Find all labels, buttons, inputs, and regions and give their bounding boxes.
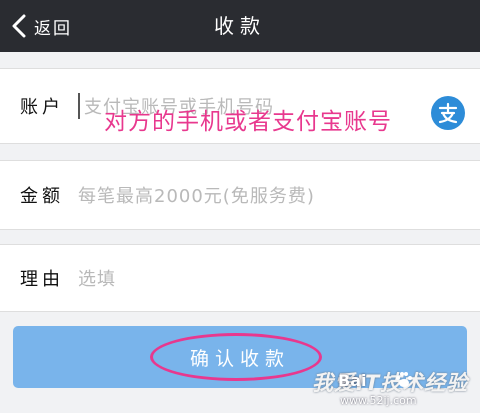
account-label: 账户 (20, 97, 64, 118)
page-title: 收款 (214, 14, 266, 38)
watermark: 我爱IT技术经验 www.52ij.com (300, 361, 475, 411)
amount-placeholder: 每笔最高2000元(免服务费) (78, 186, 315, 207)
text-cursor (78, 93, 80, 119)
reason-label: 理由 (20, 269, 64, 290)
watermark-text: 我爱IT技术经验 (312, 371, 469, 395)
alipay-icon[interactable] (431, 96, 465, 130)
reason-placeholder: 选填 (78, 269, 116, 290)
reason-input[interactable]: 选填 (78, 245, 420, 311)
annotation-caption: 对方的手机或者支付宝账号 (104, 109, 392, 135)
amount-row: 金额 每笔最高2000元(免服务费) (0, 160, 480, 230)
top-navigation-bar: 返回 收款 (0, 0, 480, 52)
baidu-paw-icon (394, 370, 414, 390)
watermark-url: www.52ij.com (340, 394, 417, 407)
reason-row: 理由 选填 (0, 244, 480, 312)
baidu-watermark: Bai (338, 371, 367, 390)
amount-label: 金额 (20, 186, 64, 207)
amount-input[interactable]: 每笔最高2000元(免服务费) (78, 161, 420, 229)
